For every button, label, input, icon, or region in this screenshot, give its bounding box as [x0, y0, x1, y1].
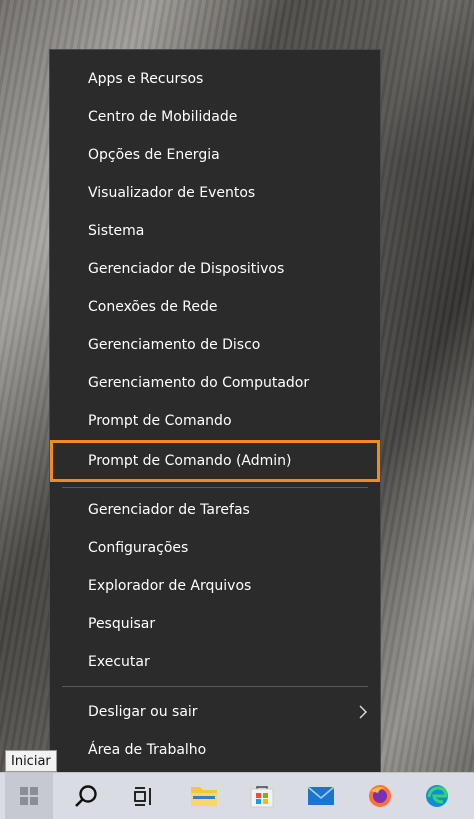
menu-item-computer-management[interactable]: Gerenciamento do Computador	[50, 364, 380, 402]
menu-item-mobility-center[interactable]: Centro de Mobilidade	[50, 98, 380, 136]
task-view-icon	[134, 787, 151, 806]
menu-item-label: Gerenciador de Tarefas	[88, 502, 250, 518]
taskbar	[0, 772, 474, 819]
firefox-button[interactable]	[357, 773, 403, 819]
menu-item-disk-management[interactable]: Gerenciamento de Disco	[50, 326, 380, 364]
menu-item-label: Prompt de Comando (Admin)	[88, 453, 292, 469]
search-icon	[75, 785, 97, 807]
menu-separator	[62, 686, 368, 687]
menu-item-label: Visualizador de Eventos	[88, 185, 256, 201]
menu-item-event-viewer[interactable]: Visualizador de Eventos	[50, 174, 380, 212]
menu-item-label: Sistema	[88, 223, 145, 239]
menu-item-label: Explorador de Arquivos	[88, 578, 252, 594]
menu-item-label: Prompt de Comando	[88, 413, 232, 429]
menu-item-label: Gerenciamento de Disco	[88, 337, 261, 353]
menu-item-label: Pesquisar	[88, 616, 156, 632]
menu-item-command-prompt-admin[interactable]: Prompt de Comando (Admin)	[50, 440, 380, 482]
mail-icon	[307, 786, 335, 805]
winx-context-menu: Apps e Recursos Centro de Mobilidade Opç…	[49, 49, 381, 776]
tooltip-label: Iniciar	[11, 753, 51, 769]
menu-item-desktop[interactable]: Área de Trabalho	[50, 731, 380, 769]
menu-item-network-connections[interactable]: Conexões de Rede	[50, 288, 380, 326]
task-view-button[interactable]	[120, 773, 166, 819]
menu-item-command-prompt[interactable]: Prompt de Comando	[50, 402, 380, 440]
file-explorer-icon	[191, 787, 217, 806]
menu-item-file-explorer[interactable]: Explorador de Arquivos	[50, 567, 380, 605]
menu-item-label: Desligar ou sair	[88, 704, 198, 720]
file-explorer-button[interactable]	[181, 773, 227, 819]
menu-item-task-manager[interactable]: Gerenciador de Tarefas	[50, 491, 380, 529]
menu-item-device-manager[interactable]: Gerenciador de Dispositivos	[50, 250, 380, 288]
edge-button[interactable]	[414, 773, 460, 819]
menu-item-label: Gerenciador de Dispositivos	[88, 261, 285, 277]
menu-item-label: Apps e Recursos	[88, 71, 204, 87]
windows-start-icon	[20, 787, 38, 805]
mail-button[interactable]	[298, 773, 344, 819]
menu-separator	[62, 487, 368, 488]
firefox-icon	[369, 785, 391, 807]
microsoft-store-icon	[250, 786, 274, 808]
menu-item-power-options[interactable]: Opções de Energia	[50, 136, 380, 174]
edge-icon	[426, 785, 448, 807]
menu-item-search[interactable]: Pesquisar	[50, 605, 380, 643]
menu-item-label: Configurações	[88, 540, 189, 556]
microsoft-store-button[interactable]	[239, 773, 285, 819]
chevron-right-icon	[359, 705, 367, 719]
menu-item-label: Centro de Mobilidade	[88, 109, 238, 125]
start-button[interactable]	[5, 773, 53, 819]
menu-item-apps-features[interactable]: Apps e Recursos	[50, 60, 380, 98]
menu-item-label: Executar	[88, 654, 150, 670]
start-tooltip: Iniciar	[5, 750, 57, 772]
menu-item-label: Área de Trabalho	[88, 742, 207, 758]
menu-item-shutdown-signout[interactable]: Desligar ou sair	[50, 693, 380, 731]
menu-item-label: Conexões de Rede	[88, 299, 218, 315]
menu-item-label: Opções de Energia	[88, 147, 220, 163]
menu-item-settings[interactable]: Configurações	[50, 529, 380, 567]
search-button[interactable]	[63, 773, 109, 819]
menu-item-run[interactable]: Executar	[50, 643, 380, 681]
menu-item-system[interactable]: Sistema	[50, 212, 380, 250]
menu-item-label: Gerenciamento do Computador	[88, 375, 310, 391]
